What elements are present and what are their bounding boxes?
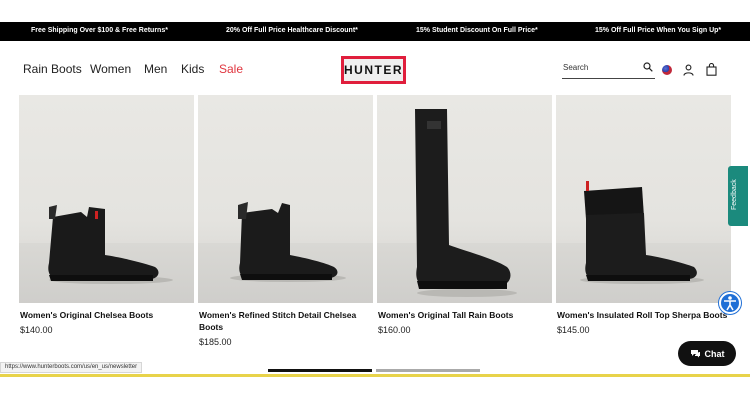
product-card[interactable]: Women's Refined Stitch Detail Chelsea Bo… [198, 95, 373, 347]
shopping-bag-icon[interactable] [706, 63, 717, 76]
product-card[interactable]: Women's Original Tall Rain Boots $160.00 [377, 95, 552, 335]
product-image[interactable] [556, 95, 731, 303]
product-image[interactable] [19, 95, 194, 303]
chat-label: Chat [704, 348, 725, 359]
chelsea-boot-image [230, 202, 346, 282]
nav-rain-boots[interactable]: Rain Boots [23, 62, 82, 76]
product-image[interactable] [377, 95, 552, 303]
promo-message-shipping[interactable]: Free Shipping Over $100 & Free Returns* [31, 27, 168, 34]
product-name[interactable]: Women's Refined Stitch Detail Chelsea Bo… [198, 309, 373, 333]
browser-top-area [0, 0, 750, 22]
product-name[interactable]: Women's Original Tall Rain Boots [377, 309, 552, 321]
hunter-logo[interactable]: HUNTER [341, 56, 406, 84]
nav-sale[interactable]: Sale [219, 62, 243, 76]
accessibility-icon[interactable] [719, 292, 741, 314]
promo-message-student[interactable]: 15% Student Discount On Full Price* [416, 27, 538, 34]
product-price: $140.00 [20, 325, 53, 335]
product-name[interactable]: Women's Original Chelsea Boots [19, 309, 194, 321]
browser-bottom-area [0, 377, 750, 400]
promo-message-healthcare[interactable]: 20% Off Full Price Healthcare Discount* [226, 27, 358, 34]
us-flag-icon[interactable] [662, 65, 672, 75]
search-placeholder: Search [563, 63, 589, 72]
product-image[interactable] [198, 95, 373, 303]
carousel-scrollbar[interactable] [268, 369, 480, 372]
product-card[interactable]: Women's Insulated Roll Top Sherpa Boots … [556, 95, 731, 335]
search-icon[interactable] [643, 62, 653, 72]
tall-boot-image [415, 109, 517, 297]
user-account-icon[interactable] [683, 64, 694, 76]
nav-kids[interactable]: Kids [181, 62, 204, 76]
status-url: https://www.hunterboots.com/us/en_us/new… [0, 362, 143, 373]
product-price: $160.00 [378, 325, 411, 335]
nav-women[interactable]: Women [90, 62, 131, 76]
product-price: $185.00 [199, 337, 232, 347]
product-price: $145.00 [557, 325, 590, 335]
site-header: Rain Boots Women Men Kids Sale HUNTER Se… [0, 41, 750, 95]
feedback-tab[interactable]: Feedback [728, 166, 748, 226]
promo-bar: Free Shipping Over $100 & Free Returns* … [0, 22, 750, 41]
nav-men[interactable]: Men [144, 62, 167, 76]
search-input[interactable]: Search [562, 59, 655, 79]
chelsea-boot-image [48, 205, 173, 284]
chat-button[interactable]: Chat [678, 341, 736, 366]
sherpa-boot-image [580, 181, 704, 284]
product-name[interactable]: Women's Insulated Roll Top Sherpa Boots [556, 309, 731, 321]
product-card[interactable]: Women's Original Chelsea Boots $140.00 [19, 95, 194, 335]
feedback-label: Feedback [731, 179, 738, 210]
promo-message-signup[interactable]: 15% Off Full Price When You Sign Up* [595, 27, 721, 34]
chat-bubble-icon [690, 350, 700, 358]
